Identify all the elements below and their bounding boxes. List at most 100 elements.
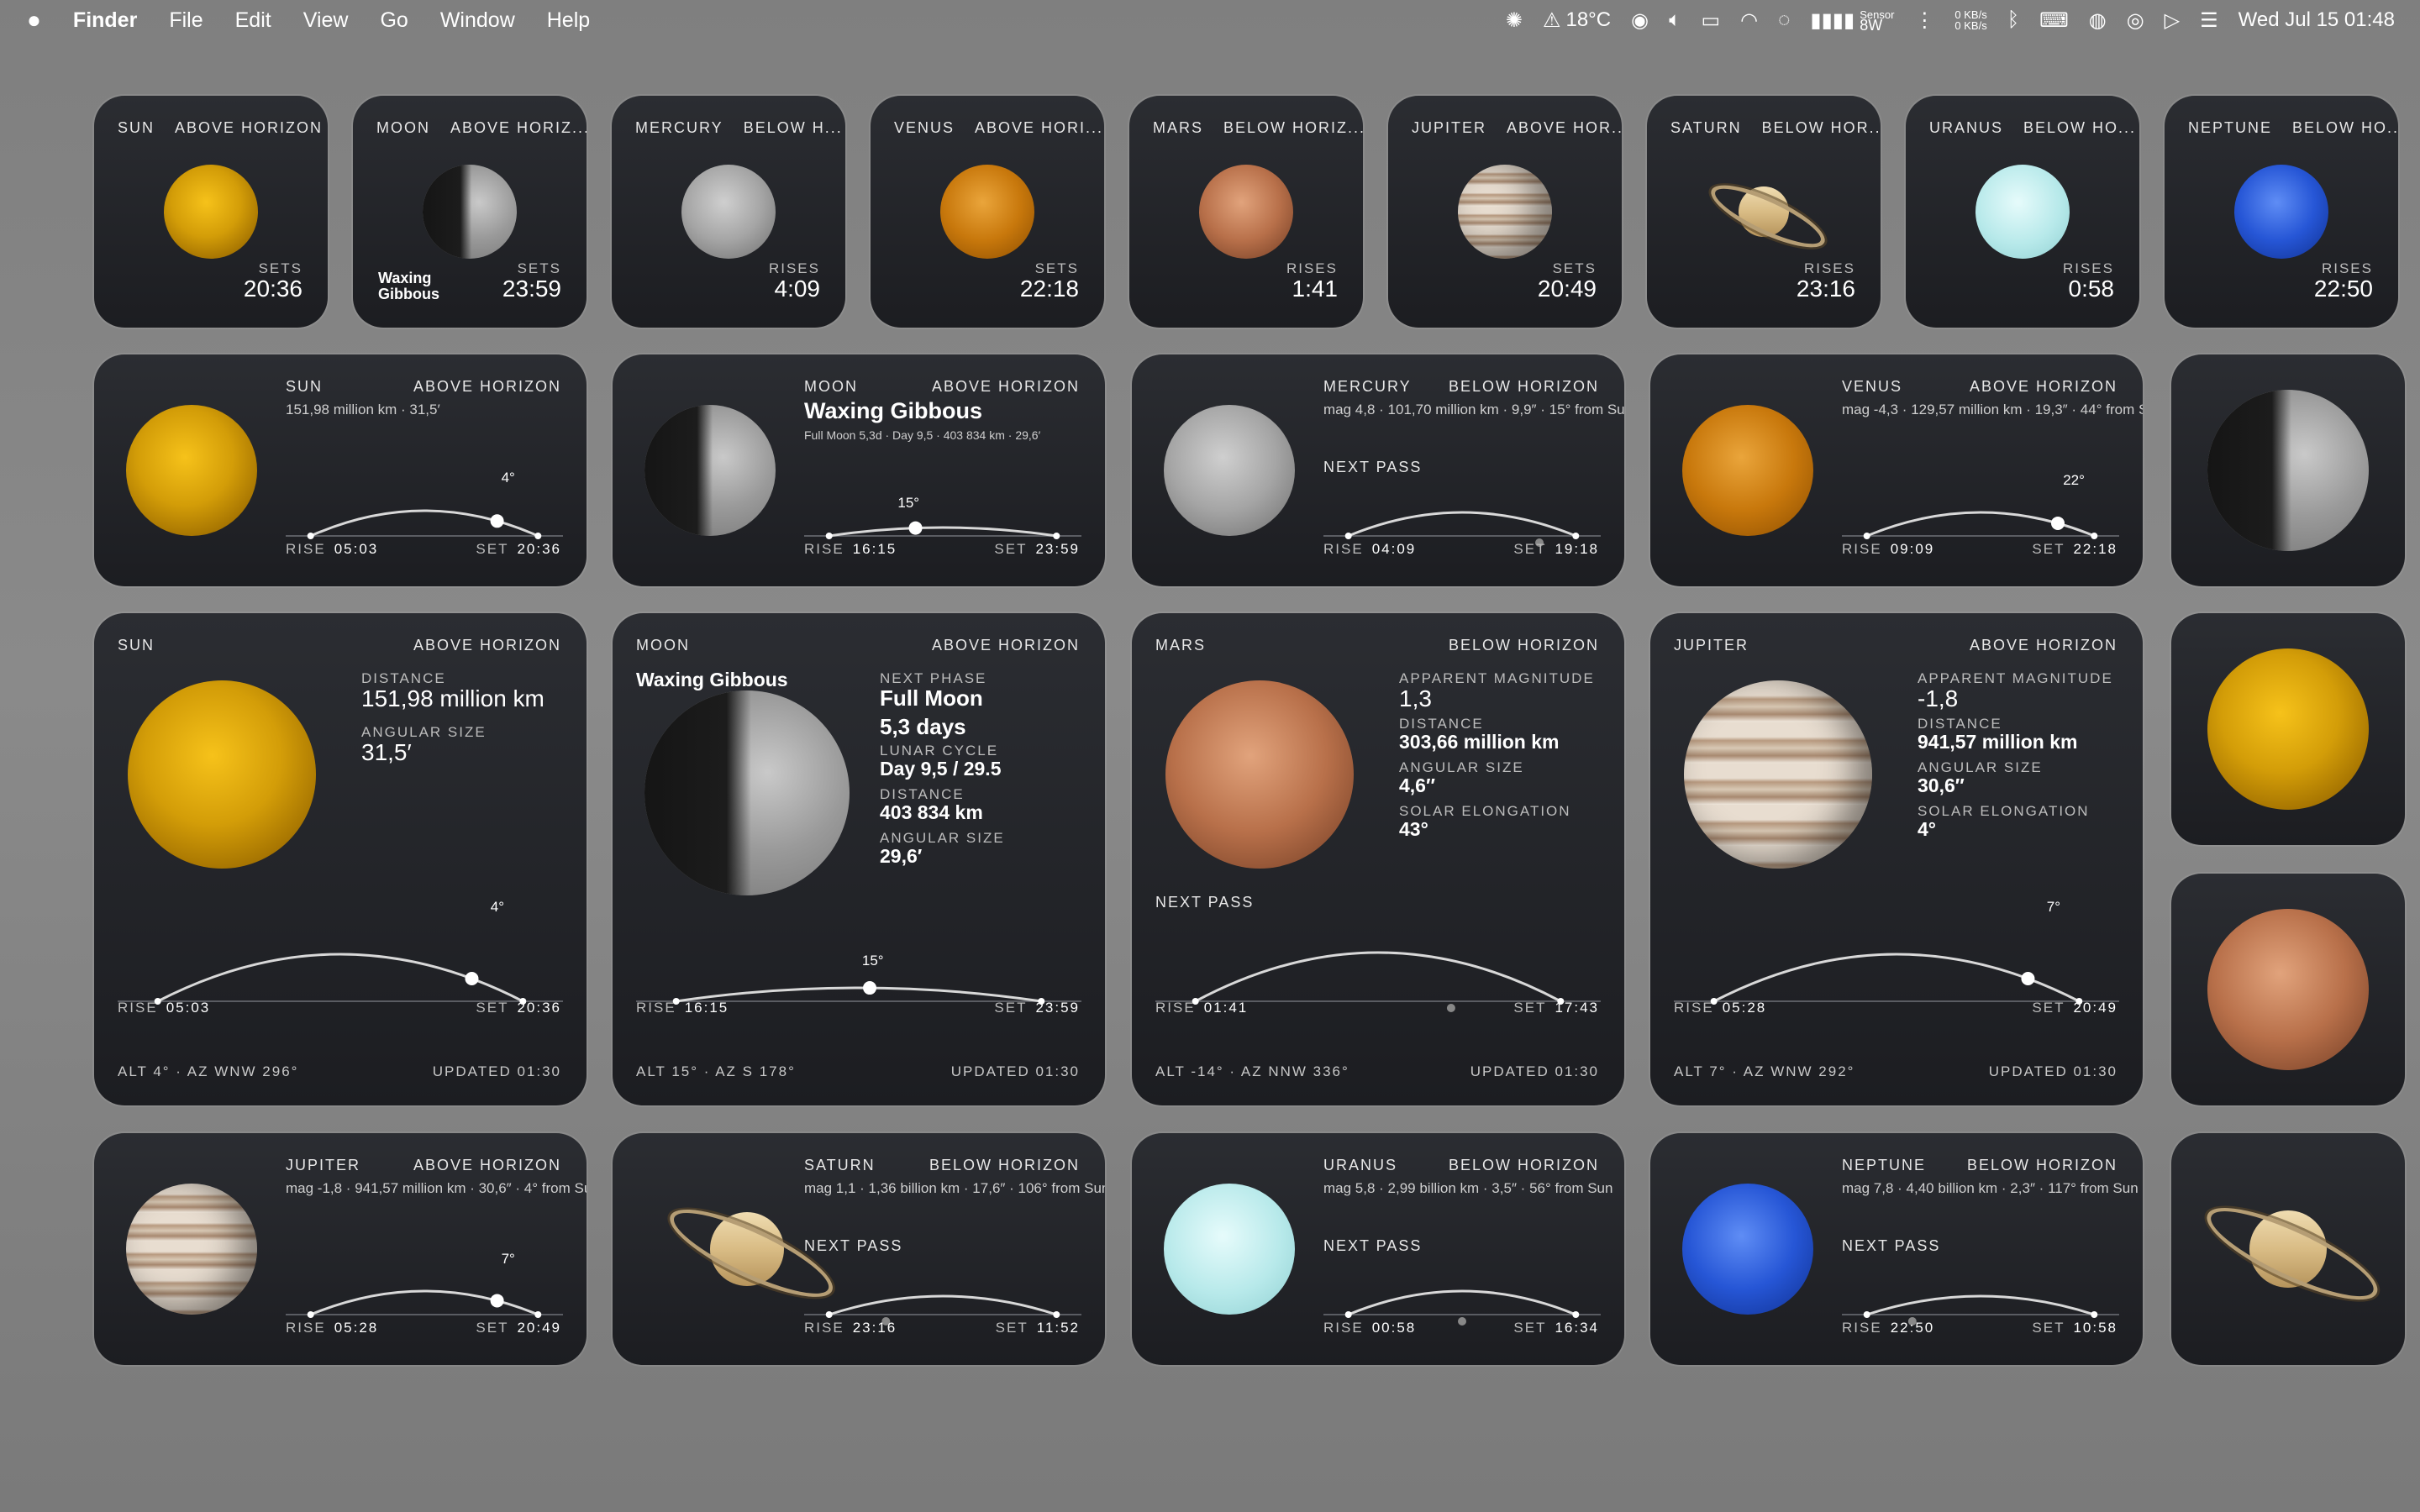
horizon-status: BELOW H... bbox=[743, 119, 843, 136]
wifi-icon[interactable]: ◠ bbox=[1740, 8, 1758, 33]
small-widget-neptune[interactable]: NEPTUNE BELOW HO... RISES 22:50 bbox=[2165, 96, 2398, 328]
image-widget-moon[interactable] bbox=[2171, 354, 2405, 586]
chatgpt-icon[interactable]: ✺ bbox=[1506, 8, 1523, 33]
medium-widget-venus[interactable]: VENUS ABOVE HORIZON mag -4,3 · 129,57 mill… bbox=[1650, 354, 2143, 586]
image-widget-saturn[interactable] bbox=[2171, 1133, 2405, 1365]
medium-widget-neptune[interactable]: NEPTUNE BELOW HORIZON mag 7,8 · 4,40 billi… bbox=[1650, 1133, 2143, 1365]
vpn-icon[interactable]: ◍ bbox=[2089, 8, 2107, 33]
menu-help[interactable]: Help bbox=[547, 8, 590, 33]
altitude-label: 22° bbox=[2063, 472, 2085, 488]
small-widget-saturn[interactable]: SATURN BELOW HOR... RISES 23:16 bbox=[1647, 96, 1881, 328]
small-widget-mercury[interactable]: MERCURY BELOW H... RISES 4:09 bbox=[612, 96, 845, 328]
set-word: SET bbox=[1513, 541, 1547, 557]
field-value: 5,3 days bbox=[880, 714, 966, 739]
event-time: 20:36 bbox=[243, 276, 302, 302]
small-widget-uranus[interactable]: URANUS BELOW HO... RISES 0:58 bbox=[1906, 96, 2139, 328]
footer-position: ALT 7° · AZ WNW 292° bbox=[1674, 1063, 1855, 1079]
apple-icon[interactable]: ● bbox=[27, 7, 41, 34]
medium-widget-mercury[interactable]: MERCURY BELOW HORIZON mag 4,8 · 101,70 mil… bbox=[1132, 354, 1624, 586]
large-widget-sun[interactable]: SUN ABOVE HORIZON DISTANCE 151,98 million k… bbox=[94, 613, 587, 1105]
widget-header: MARS BELOW HORIZ... bbox=[1153, 119, 1363, 137]
menu-window[interactable]: Window bbox=[440, 8, 515, 33]
summary-line: mag 5,8 · 2,99 billion km · 3,5″ · 56° f… bbox=[1323, 1180, 1613, 1196]
rise-word: RISE bbox=[1674, 1000, 1714, 1016]
summary-line: mag 1,1 · 1,36 billion km · 17,6″ · 106°… bbox=[804, 1180, 1105, 1196]
body-name: SATURN bbox=[804, 1157, 876, 1173]
summary-line: mag -1,8 · 941,57 million km · 30,6″ · 4… bbox=[286, 1180, 587, 1196]
set-label: SET 23:59 bbox=[994, 1000, 1080, 1016]
set-time: 19:18 bbox=[1555, 541, 1599, 557]
large-widget-jupiter[interactable]: JUPITER ABOVE HORIZON APPARENT MAGNITUDE -1… bbox=[1650, 613, 2143, 1105]
set-label: SET 22:18 bbox=[2032, 541, 2118, 558]
large-widget-moon[interactable]: MOON ABOVE HORIZON Waxing Gibbous NEXT PHAS… bbox=[613, 613, 1105, 1105]
current-position-marker bbox=[490, 514, 504, 528]
sun-path-arc bbox=[1194, 951, 1562, 1003]
body-name: MERCURY bbox=[1323, 378, 1412, 395]
set-label: SET 20:49 bbox=[2032, 1000, 2118, 1016]
footer-position: ALT 15° · AZ S 178° bbox=[636, 1063, 796, 1079]
bluetooth-icon[interactable]: ᛒ bbox=[2007, 8, 2019, 32]
sun-icon bbox=[126, 405, 257, 536]
rise-time: 16:15 bbox=[684, 1000, 729, 1016]
menu-file[interactable]: File bbox=[169, 8, 203, 33]
widget-header: SUN ABOVE HORIZON bbox=[118, 119, 323, 137]
rise-word: RISE bbox=[1842, 541, 1882, 557]
sun-path-arc bbox=[1348, 1289, 1576, 1316]
jupiter-icon bbox=[126, 1184, 257, 1315]
set-time: 11:52 bbox=[1036, 1320, 1080, 1336]
menu-app-finder[interactable]: Finder bbox=[73, 8, 137, 33]
small-widget-jupiter[interactable]: JUPITER ABOVE HOR... SETS 20:49 bbox=[1388, 96, 1622, 328]
event-time: 0:58 bbox=[2068, 276, 2115, 302]
set-label: SET 16:34 bbox=[1513, 1320, 1599, 1336]
venus-icon bbox=[1682, 405, 1813, 536]
sun-path-arc bbox=[1866, 1294, 2095, 1316]
altitude-arc bbox=[286, 1289, 563, 1318]
volume-icon[interactable]: 🔈︎ bbox=[1669, 8, 1681, 32]
memory-widget[interactable]: ▮▮▮▮ Sensor 8W bbox=[1810, 8, 1894, 33]
event-time: 1:41 bbox=[1292, 276, 1339, 302]
image-widget-mars[interactable] bbox=[2171, 874, 2405, 1105]
menu-view[interactable]: View bbox=[303, 8, 349, 33]
medium-widget-moon[interactable]: MOON ABOVE HORIZON Waxing Gibbous Full Moon… bbox=[613, 354, 1105, 586]
weather-status[interactable]: ⚠ 18°C bbox=[1543, 8, 1611, 33]
altitude-label: 15° bbox=[897, 495, 920, 511]
set-word: SET bbox=[994, 1000, 1028, 1016]
small-widget-sun[interactable]: SUN ABOVE HORIZON SETS 20:36 bbox=[94, 96, 328, 328]
net-down: 0 KB/s bbox=[1954, 19, 1987, 32]
medium-widget-saturn[interactable]: SATURN BELOW HORIZON mag 1,1 · 1,36 billio… bbox=[613, 1133, 1105, 1365]
control-center-icon[interactable]: ☰ bbox=[2200, 8, 2218, 33]
battery-icon[interactable]: ▭ bbox=[1701, 8, 1720, 33]
small-widget-mars[interactable]: MARS BELOW HORIZ... RISES 1:41 bbox=[1129, 96, 1363, 328]
medium-widget-jupiter[interactable]: JUPITER ABOVE HORIZON mag -1,8 · 941,57 mi… bbox=[94, 1133, 587, 1365]
set-marker bbox=[1053, 533, 1060, 539]
rise-label: RISE 23:16 bbox=[804, 1320, 897, 1336]
large-widget-mars[interactable]: MARS BELOW HORIZON APPARENT MAGNITUDE 1,3 DI… bbox=[1132, 613, 1624, 1105]
body-name: SUN bbox=[118, 119, 155, 136]
rise-word: RISE bbox=[1842, 1320, 1882, 1336]
small-widget-moon[interactable]: MOON ABOVE HORIZ... SETS 23:59 Waxing Gibbou… bbox=[353, 96, 587, 328]
medium-widget-sun[interactable]: SUN ABOVE HORIZON 151,98 million km · 31,5… bbox=[94, 354, 587, 586]
rise-word: RISE bbox=[1155, 1000, 1196, 1016]
field-label: LUNAR CYCLE bbox=[880, 743, 999, 759]
rise-time: 01:41 bbox=[1203, 1000, 1249, 1016]
network-speed[interactable]: 0 KB/s 0 KB/s bbox=[1954, 9, 1986, 31]
play-icon[interactable]: ▷ bbox=[2165, 8, 2180, 33]
microphone-icon[interactable]: ◉ bbox=[1631, 8, 1649, 33]
menu-edit[interactable]: Edit bbox=[235, 8, 271, 33]
color-wheel-icon[interactable]: ◎ bbox=[2127, 8, 2144, 33]
menu-go[interactable]: Go bbox=[380, 8, 408, 33]
set-marker bbox=[534, 1311, 542, 1318]
field-value: -1,8 bbox=[1918, 685, 1959, 711]
image-widget-sun[interactable] bbox=[2171, 613, 2405, 845]
small-widget-venus[interactable]: VENUS ABOVE HORI... SETS 22:18 bbox=[871, 96, 1104, 328]
field-value: Full Moon bbox=[880, 685, 983, 711]
clock[interactable]: Wed Jul 15 01:48 bbox=[2238, 8, 2395, 32]
medium-widget-uranus[interactable]: URANUS BELOW HORIZON mag 5,8 · 2,99 billio… bbox=[1132, 1133, 1624, 1365]
saturn-ring bbox=[2196, 1190, 2388, 1316]
summary-line: mag 7,8 · 4,40 billion km · 2,3″ · 117° … bbox=[1842, 1180, 2139, 1196]
keyboard-icon[interactable]: ⌨ bbox=[2039, 8, 2069, 33]
body-name: JUPITER bbox=[1412, 119, 1487, 136]
sun-path-arc bbox=[829, 526, 1057, 538]
fingerprint-icon[interactable]: ◌ bbox=[1778, 8, 1790, 32]
more-dots-icon[interactable]: ⋮ bbox=[1914, 8, 1934, 33]
